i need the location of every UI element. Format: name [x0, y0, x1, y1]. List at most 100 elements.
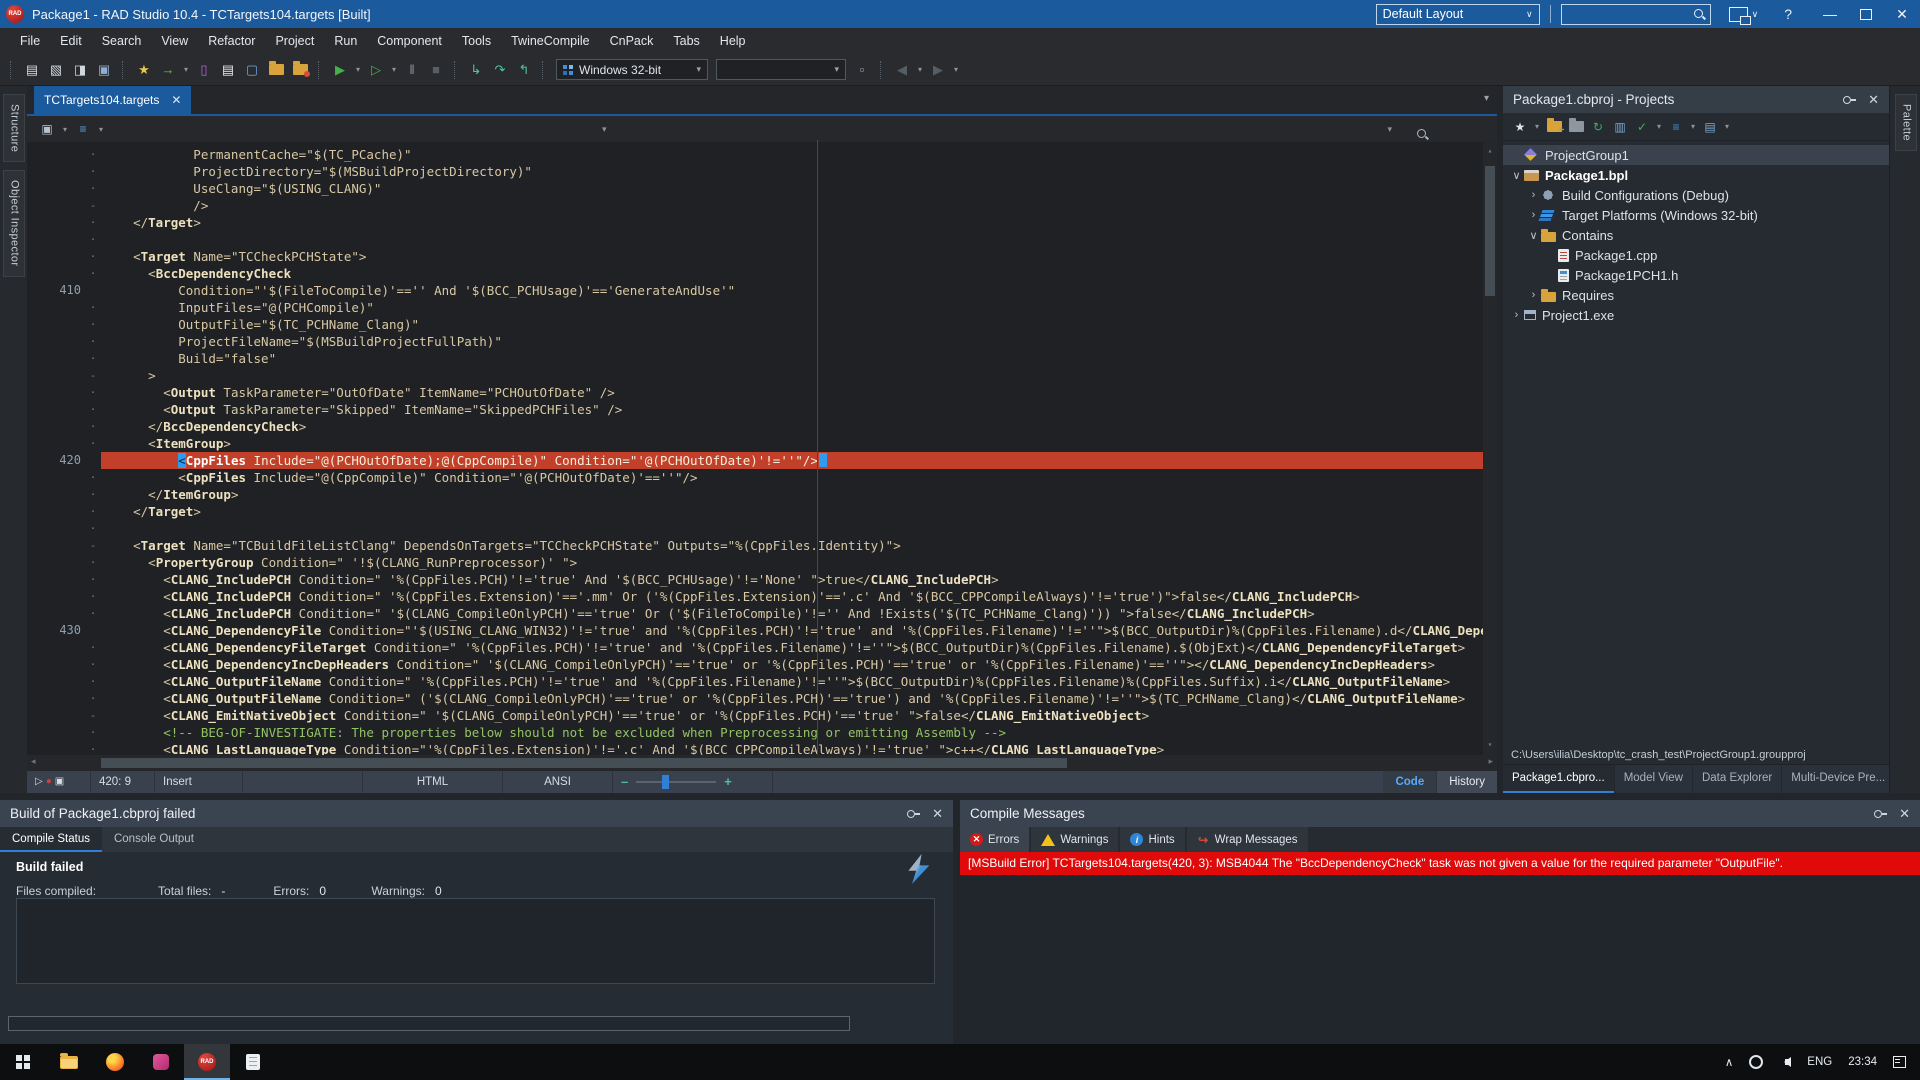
tab-list-chevron-icon[interactable]: ▾ [1484, 93, 1489, 104]
zoom-in-icon[interactable]: + [724, 771, 732, 793]
desktop-switch-chevron-icon[interactable]: ∨ [1752, 9, 1759, 20]
code-line[interactable]: · </BccDependencyCheck> [27, 418, 1497, 435]
editor-right-chevron-icon[interactable]: ▾ [1387, 124, 1392, 135]
graphics-app-button[interactable] [138, 1044, 184, 1080]
code-line[interactable]: · <Output TaskParameter="OutOfDate" Item… [27, 384, 1497, 401]
platform-options-icon[interactable]: ▫ [851, 59, 873, 81]
close-button[interactable]: ✕ [1884, 0, 1920, 28]
new-item-icon[interactable]: ★ [1510, 117, 1530, 137]
menu-item-edit[interactable]: Edit [50, 28, 92, 54]
install-package-icon[interactable]: ▤ [1700, 117, 1720, 137]
editor-horizontal-scrollbar[interactable]: ◂ ▸ [27, 755, 1497, 771]
projects-bottom-tab-3[interactable]: Multi-Device Pre... [1782, 765, 1895, 793]
step-over-icon[interactable]: ↷ [489, 59, 511, 81]
code-line[interactable]: - <Target Name="TCBuildFileListClang" De… [27, 537, 1497, 554]
menu-item-run[interactable]: Run [324, 28, 367, 54]
run-without-debugging-icon[interactable]: ▷ [365, 59, 387, 81]
build-project-icon[interactable]: ≡ [1666, 117, 1686, 137]
message-row-error[interactable]: [MSBuild Error] TCTargets104.targets(420… [960, 852, 1920, 875]
code-line[interactable]: · ProjectDirectory="$(MSBuildProjectDire… [27, 163, 1497, 180]
code-line[interactable]: · <CLANG_IncludePCH Condition=" '%(CppFi… [27, 571, 1497, 588]
forward-history-chevron-icon[interactable]: ▾ [950, 65, 962, 74]
compile-chevron-icon[interactable]: ▾ [1653, 122, 1665, 131]
close-icon[interactable]: ✕ [1899, 806, 1910, 822]
pin-icon[interactable] [1843, 93, 1856, 106]
editor-tab[interactable]: TCTargets104.targets ✕ [34, 86, 191, 114]
scroll-down-icon[interactable]: ▾ [1483, 736, 1497, 753]
save-icon[interactable]: ▣ [93, 59, 115, 81]
format-view-chevron-icon[interactable]: ▾ [95, 125, 107, 134]
menu-item-twinecompile[interactable]: TwineCompile [501, 28, 600, 54]
tree-expand-icon[interactable]: › [1526, 189, 1541, 201]
desktop-layout-combo[interactable]: Default Layout ∨ [1376, 4, 1540, 25]
menu-item-component[interactable]: Component [367, 28, 452, 54]
minimize-button[interactable]: — [1812, 0, 1848, 28]
code-line[interactable]: · <CLANG_OutputFileName Condition=" ('$(… [27, 690, 1497, 707]
trace-into-icon[interactable]: ↳ [465, 59, 487, 81]
close-file-icon[interactable] [289, 59, 311, 81]
tree-expand-icon[interactable]: ∨ [1526, 229, 1541, 242]
clock[interactable]: 23:34 [1848, 1056, 1877, 1068]
editor-vertical-scrollbar[interactable]: ▴ ▾ [1483, 140, 1497, 755]
add-to-project-icon[interactable]: + [1544, 117, 1564, 137]
code-line[interactable]: 430 <CLANG_DependencyFile Condition="'$(… [27, 622, 1497, 639]
menu-item-refactor[interactable]: Refactor [198, 28, 265, 54]
tree-item-project1-exe[interactable]: ›Project1.exe [1503, 305, 1889, 325]
code-line[interactable]: · <ItemGroup> [27, 435, 1497, 452]
menu-item-file[interactable]: File [10, 28, 50, 54]
open-project-icon[interactable]: → [157, 59, 179, 81]
code-line[interactable]: · <PropertyGroup Condition=" '!$(CLANG_R… [27, 554, 1497, 571]
palette-tab[interactable]: Palette [1895, 94, 1917, 151]
search-input[interactable] [1567, 6, 1694, 22]
pin-icon[interactable] [907, 807, 920, 820]
run-icon[interactable]: ▶ [329, 59, 351, 81]
code-line[interactable]: · <BccDependencyCheck [27, 265, 1497, 282]
maximize-button[interactable] [1848, 0, 1884, 28]
code-line[interactable]: 420 <CppFiles Include="@(PCHOutOfDate);@… [27, 452, 1497, 469]
tree-expand-icon[interactable]: › [1509, 309, 1524, 321]
menu-item-search[interactable]: Search [92, 28, 152, 54]
start-button[interactable] [0, 1044, 46, 1080]
scroll-right-icon[interactable]: ▸ [1488, 756, 1493, 767]
new-unit-icon[interactable]: ▤ [217, 59, 239, 81]
run-params-chevron-icon[interactable]: ▾ [388, 65, 400, 74]
help-button[interactable]: ? [1784, 6, 1792, 22]
code-line[interactable]: · <CppFiles Include="@(CppCompile)" Cond… [27, 469, 1497, 486]
tree-item-package1pch1-h[interactable]: Package1PCH1.h [1503, 265, 1889, 285]
notification-center-icon[interactable] [1893, 1056, 1906, 1068]
tree-expand-icon[interactable]: › [1526, 209, 1541, 221]
messages-tab-wrap-messages[interactable]: ↪Wrap Messages [1187, 827, 1308, 852]
code-line[interactable]: 410 Condition="'$(FileToCompile)'=='' An… [27, 282, 1497, 299]
module-view-icon[interactable]: ▣ [36, 118, 58, 140]
build-tab-compile-status[interactable]: Compile Status [0, 827, 102, 852]
messages-tab-hints[interactable]: iHints [1120, 827, 1184, 852]
run-configuration-combo[interactable]: ▾ [716, 59, 846, 80]
build-chevron-icon[interactable]: ▾ [1687, 122, 1699, 131]
code-line[interactable]: · </Target> [27, 503, 1497, 520]
tray-app-icon[interactable] [1749, 1055, 1763, 1069]
menu-item-tools[interactable]: Tools [452, 28, 501, 54]
unit-window-icon[interactable]: ▯ [193, 59, 215, 81]
code-line[interactable]: · <!-- BEG-OF-INVESTIGATE: The propertie… [27, 724, 1497, 741]
zoom-slider-thumb[interactable] [662, 775, 669, 789]
structure-tab[interactable]: Structure [3, 94, 25, 162]
scroll-up-icon[interactable]: ▴ [1483, 142, 1497, 159]
code-line[interactable]: · OutputFile="$(TC_PCHName_Clang)" [27, 316, 1497, 333]
close-icon[interactable]: ✕ [1868, 92, 1879, 108]
code-line[interactable]: · [27, 231, 1497, 248]
code-line[interactable]: - /> [27, 197, 1497, 214]
menu-item-cnpack[interactable]: CnPack [600, 28, 664, 54]
code-editor[interactable]: · PermanentCache="$(TC_PCache)"· Project… [27, 140, 1497, 755]
navigate-back-button[interactable]: ◀ [890, 59, 914, 81]
tree-item-projectgroup1[interactable]: ProjectGroup1 [1503, 145, 1889, 165]
projects-bottom-tab-0[interactable]: Package1.cbpro... [1503, 765, 1615, 793]
code-line[interactable]: · </ItemGroup> [27, 486, 1497, 503]
history-view-tab[interactable]: History [1437, 771, 1497, 793]
pause-icon[interactable]: ‖ [401, 59, 423, 81]
compile-project-icon[interactable]: ✓ [1632, 117, 1652, 137]
editor-middle-chevron-icon[interactable]: ▾ [602, 124, 607, 135]
zoom-out-icon[interactable]: – [621, 771, 628, 793]
open-window-icon[interactable]: ▧ [45, 59, 67, 81]
module-view-chevron-icon[interactable]: ▾ [59, 125, 71, 134]
tree-item-package1-cpp[interactable]: Package1.cpp [1503, 245, 1889, 265]
